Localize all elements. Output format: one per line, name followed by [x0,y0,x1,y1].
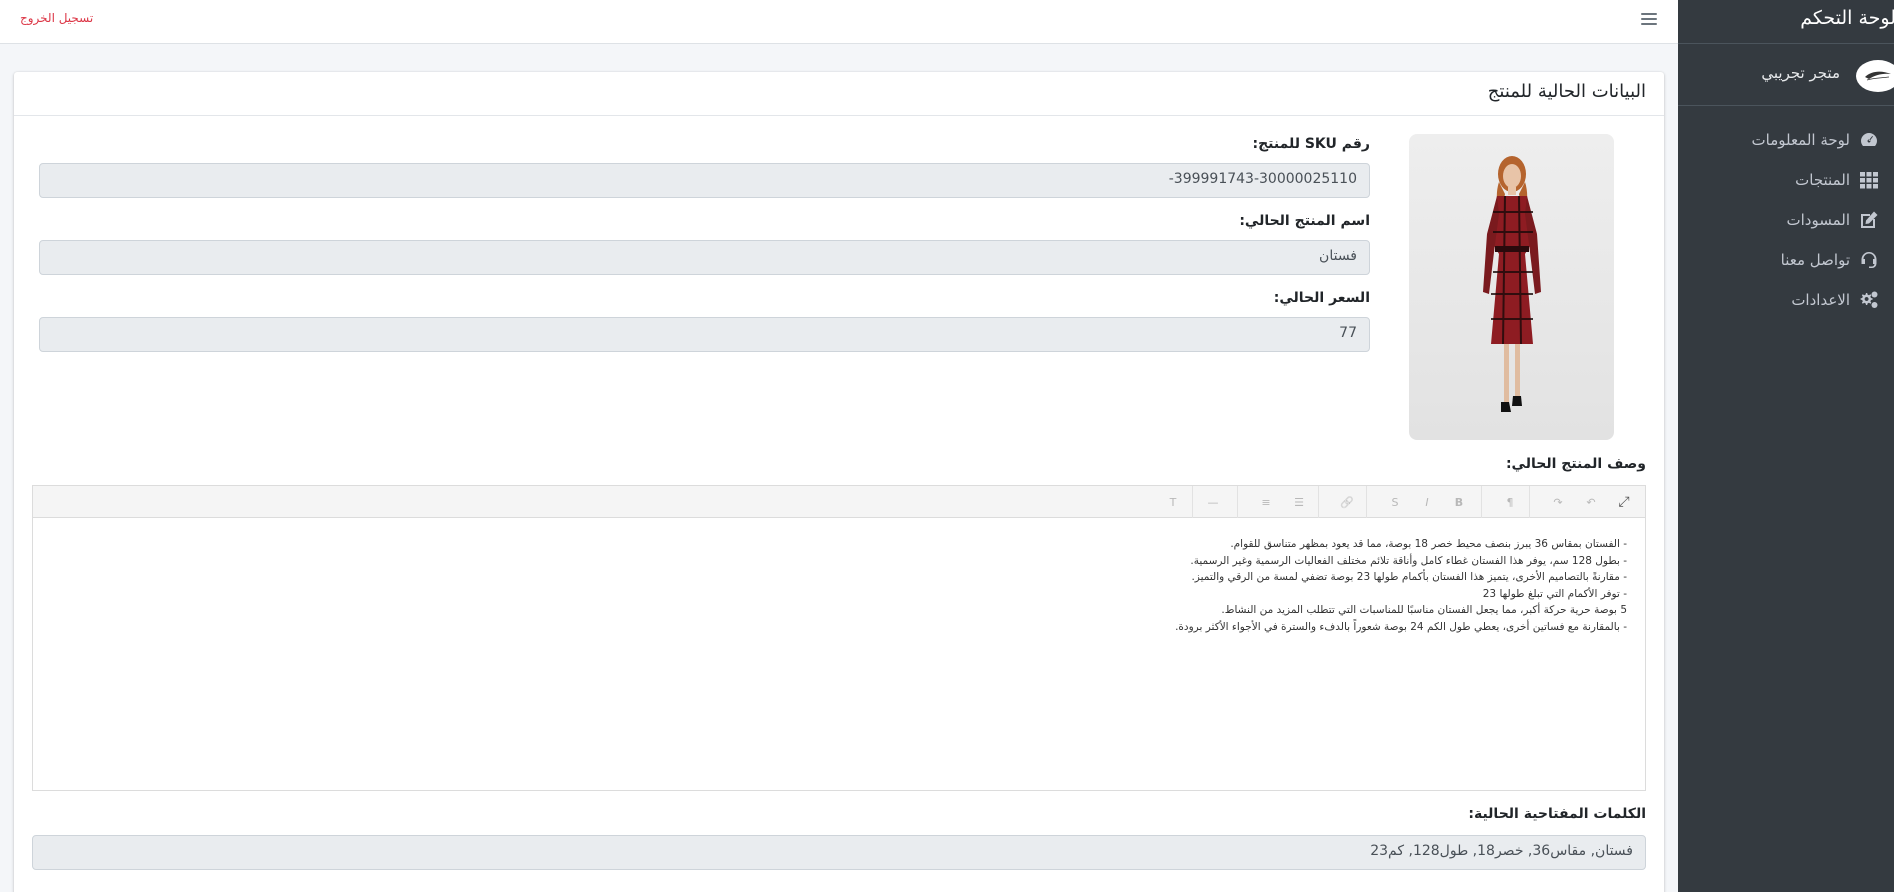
description-label: وصف المنتج الحالي: [1505,456,1646,472]
description-line: - بالمقارنة مع فساتين أخرى، يعطي طول الك… [1175,620,1627,633]
clear-format-icon[interactable]: T [1160,490,1186,514]
toolbar-divider [1529,486,1530,518]
toolbar-divider [1481,486,1482,518]
undo-icon[interactable]: ↶ [1578,490,1604,514]
sidebar-item-contact[interactable]: تواصل معنا [1678,240,1894,280]
card-title: البيانات الحالية للمنتج [1487,81,1646,102]
editor-content[interactable]: - الفستان بمقاس 36 يبرز بنصف محيط خصر 18… [727,536,1627,635]
edit-icon [1858,209,1880,231]
description-editor: ⤢ ↶ ↷ ¶ B I S 🔗 ☰ ≡ — T - الفستان بمقاس … [32,485,1646,791]
brand-title: لوحة التحكم [1800,7,1894,29]
description-line: 5 بوصة حرية حركة أكبر، مما يجعل الفستان … [1221,604,1627,616]
toolbar-divider [1366,486,1367,518]
link-icon[interactable]: 🔗 [1334,490,1360,514]
user-panel: متجر تجريبي [1678,44,1894,106]
redo-icon[interactable]: ↷ [1545,490,1571,514]
sidebar-nav: لوحة المعلومات المنتجات المسودات تواصل م… [1678,120,1894,320]
sidebar-item-drafts[interactable]: المسودات [1678,200,1894,240]
gears-icon [1858,289,1880,311]
dress-model-image [1483,156,1541,412]
italic-icon[interactable]: I [1414,490,1440,514]
sidebar-item-settings[interactable]: الاعدادات [1678,280,1894,320]
horizontal-rule-icon[interactable]: — [1200,490,1226,514]
sidebar-item-dashboard[interactable]: لوحة المعلومات [1678,120,1894,160]
logout-link[interactable]: تسجيل الخروج [20,11,93,25]
bold-icon[interactable]: B [1446,490,1472,514]
fullscreen-icon[interactable]: ⤢ [1611,490,1637,514]
sidebar-item-label: تواصل معنا [1780,251,1850,269]
strikethrough-icon[interactable]: S [1382,490,1408,514]
sku-field[interactable]: 399991743-30000025110- [39,163,1370,198]
store-logo-icon [1865,71,1891,81]
paragraph-style-icon[interactable]: ¶ [1497,490,1523,514]
product-name-label: اسم المنتج الحالي: [1239,213,1370,229]
sku-label: رقم SKU للمنتج: [1252,136,1370,152]
description-line: - مقارنةً بالتصاميم الأخرى، يتميز هذا ال… [1191,571,1627,583]
toolbar-divider [1318,486,1319,518]
avatar[interactable] [1856,60,1894,92]
toolbar-divider [1192,486,1193,518]
user-name[interactable]: متجر تجريبي [1761,64,1840,82]
top-navbar: تسجيل الخروج [0,0,1678,44]
toolbar-divider [1237,486,1238,518]
headset-icon [1858,249,1880,271]
product-name-field[interactable]: فستان [39,240,1370,275]
product-image [1409,134,1614,440]
price-field[interactable]: 77 [39,317,1370,352]
ordered-list-icon[interactable]: ≡ [1253,490,1279,514]
editor-toolbar: ⤢ ↶ ↷ ¶ B I S 🔗 ☰ ≡ — T [33,486,1645,518]
dashboard-icon [1858,129,1880,151]
card-header: البيانات الحالية للمنتج [14,72,1664,116]
sidebar-item-label: المنتجات [1795,171,1850,189]
description-line: - بطول 128 سم، يوفر هذا الفستان غطاء كام… [1190,554,1627,567]
sidebar-item-products[interactable]: المنتجات [1678,160,1894,200]
sidebar: لوحة التحكم متجر تجريبي لوحة المعلومات ا… [1678,0,1894,892]
grid-icon [1858,169,1880,191]
hamburger-icon[interactable] [1640,10,1658,28]
description-line: - الفستان بمقاس 36 يبرز بنصف محيط خصر 18… [1230,538,1627,550]
sidebar-item-label: لوحة المعلومات [1751,131,1851,149]
description-line: - توفر الأكمام التي تبلغ طولها 23 [1482,587,1627,600]
sidebar-item-label: المسودات [1786,211,1850,229]
price-label: السعر الحالي: [1273,290,1370,306]
sidebar-item-label: الاعدادات [1791,291,1850,309]
keywords-label: الكلمات المفتاحية الحالية: [1468,806,1646,822]
brand[interactable]: لوحة التحكم [1678,0,1894,44]
keywords-field[interactable]: فستان, مقاس36, خصر18, طول128, كم23 [32,835,1646,870]
unordered-list-icon[interactable]: ☰ [1286,490,1312,514]
